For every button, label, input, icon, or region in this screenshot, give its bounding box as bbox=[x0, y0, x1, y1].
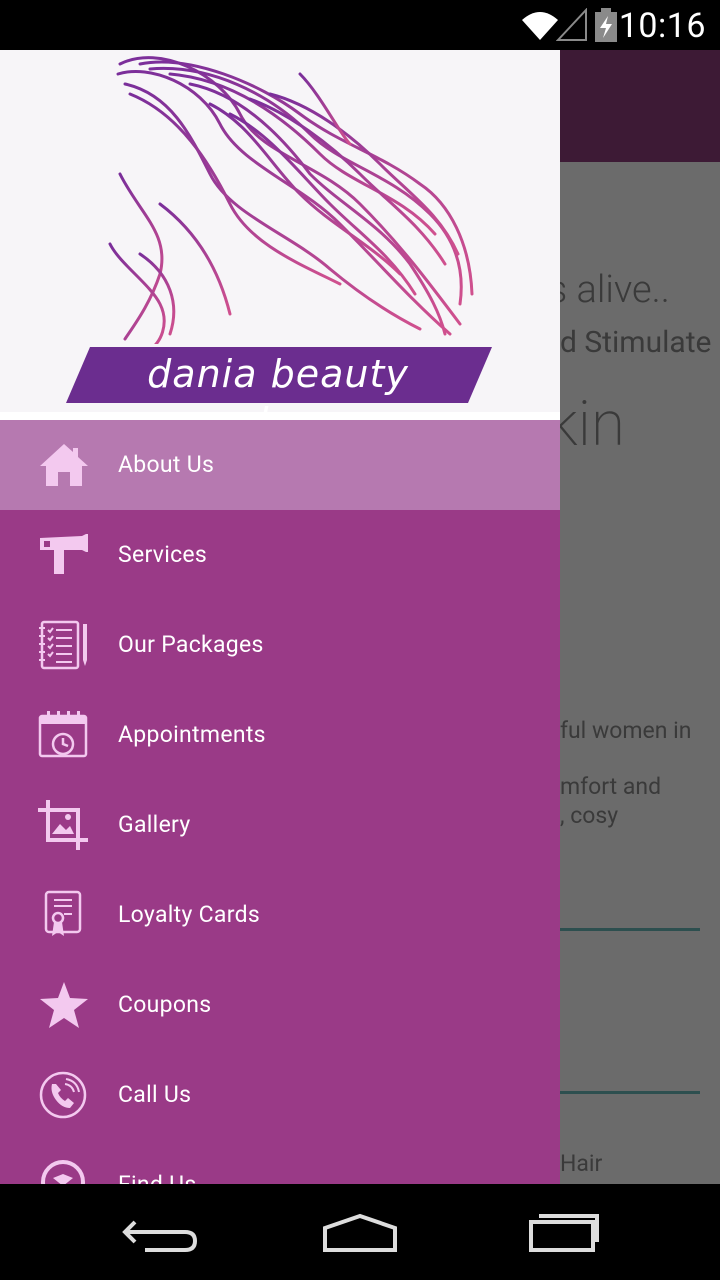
bg-text-line: , cosy bbox=[560, 802, 619, 829]
drawer-header: dania beauty saloon bbox=[0, 50, 560, 444]
home-icon bbox=[40, 444, 88, 486]
menu-item-find-us[interactable]: Find Us bbox=[0, 1140, 560, 1184]
back-icon[interactable] bbox=[105, 1204, 215, 1264]
menu-item-gallery[interactable]: Gallery bbox=[0, 780, 560, 870]
signal-icon bbox=[556, 8, 587, 41]
drawer-menu: About Us Services Our Packages Appointme… bbox=[0, 420, 560, 1184]
recent-apps-icon[interactable] bbox=[505, 1204, 615, 1264]
menu-item-label: Loyalty Cards bbox=[118, 901, 261, 928]
checklist-icon bbox=[39, 620, 87, 670]
menu-item-label: Appointments bbox=[118, 721, 266, 748]
battery-charging-icon bbox=[595, 8, 617, 42]
star-icon bbox=[40, 982, 88, 1028]
navigation-drawer: dania beauty saloon About Us Services bbox=[0, 50, 560, 1184]
clock: 10:16 bbox=[618, 6, 706, 46]
wifi-icon bbox=[522, 12, 558, 40]
menu-item-coupons[interactable]: Coupons bbox=[0, 960, 560, 1050]
menu-item-loyalty-cards[interactable]: Loyalty Cards bbox=[0, 870, 560, 960]
crop-image-icon bbox=[38, 800, 88, 850]
hair-logo-icon bbox=[108, 56, 474, 344]
home-button-icon[interactable] bbox=[305, 1204, 415, 1264]
menu-item-label: Our Packages bbox=[118, 631, 264, 658]
menu-item-appointments[interactable]: Appointments bbox=[0, 690, 560, 780]
menu-item-label: Call Us bbox=[118, 1081, 192, 1108]
menu-item-about-us[interactable]: About Us bbox=[0, 420, 560, 510]
calendar-clock-icon bbox=[38, 711, 88, 758]
phone-icon bbox=[39, 1071, 87, 1119]
bg-text-line: d Stimulate bbox=[560, 325, 712, 360]
system-nav-bar bbox=[0, 1184, 720, 1280]
menu-item-our-packages[interactable]: Our Packages bbox=[0, 600, 560, 690]
hair-dryer-icon bbox=[40, 534, 88, 574]
status-bar: 10:16 bbox=[0, 0, 720, 50]
menu-item-label: Gallery bbox=[118, 811, 191, 838]
menu-item-services[interactable]: Services bbox=[0, 510, 560, 600]
divider bbox=[560, 928, 700, 931]
menu-item-label: About Us bbox=[118, 451, 215, 478]
bg-text-line: mfort and bbox=[560, 773, 662, 800]
menu-item-label: Find Us bbox=[118, 1140, 197, 1184]
header-divider bbox=[0, 412, 560, 420]
menu-item-label: Services bbox=[118, 541, 208, 568]
bg-text-line: s alive.. bbox=[548, 268, 670, 312]
menu-item-call-us[interactable]: Call Us bbox=[0, 1050, 560, 1140]
menu-item-label: Coupons bbox=[118, 991, 212, 1018]
bg-text-line: ful women in bbox=[560, 717, 692, 744]
brand-name: dania beauty saloon bbox=[147, 352, 409, 444]
divider bbox=[560, 1091, 700, 1094]
bg-text-line: Hair bbox=[560, 1150, 603, 1177]
map-pin-icon bbox=[41, 1160, 85, 1184]
certificate-icon bbox=[44, 890, 82, 936]
